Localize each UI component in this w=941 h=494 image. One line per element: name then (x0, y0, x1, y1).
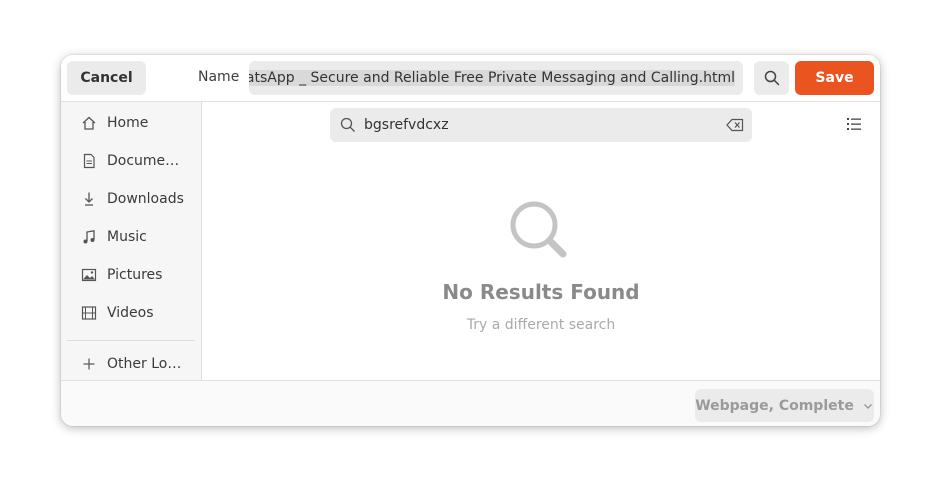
clear-text-icon[interactable] (726, 118, 744, 132)
sidebar-item-label: Home (107, 115, 149, 131)
sidebar-item-label: Videos (107, 305, 154, 321)
save-button[interactable]: Save (795, 61, 874, 95)
sidebar-item-label: Docume… (107, 153, 180, 169)
sidebar-item-label: Pictures (107, 267, 163, 283)
document-icon (81, 153, 97, 169)
plus-icon (81, 356, 97, 372)
header-bar: Cancel Name WhatsApp _ Secure and Reliab… (61, 55, 880, 102)
save-file-dialog: Cancel Name WhatsApp _ Secure and Reliab… (61, 55, 880, 426)
empty-state-subtitle: Try a different search (466, 317, 616, 333)
sidebar-item-documents[interactable]: Docume… (67, 143, 195, 179)
download-icon (81, 191, 97, 207)
video-icon (81, 305, 97, 321)
picture-icon (81, 267, 97, 283)
sidebar-item-label: Music (107, 229, 147, 245)
search-icon (764, 70, 779, 86)
empty-state-title: No Results Found (442, 280, 640, 304)
home-icon (81, 115, 97, 131)
filename-value: WhatsApp _ Secure and Reliable Free Priv… (249, 70, 735, 86)
name-label: Name (198, 69, 240, 85)
sidebar-item-label: Other Lo… (107, 356, 182, 372)
sidebar-separator (67, 340, 195, 341)
search-query: bgsrefvdcxz (364, 117, 449, 133)
filename-input[interactable]: WhatsApp _ Secure and Reliable Free Priv… (249, 61, 743, 95)
file-type-dropdown[interactable]: Webpage, Complete (695, 389, 874, 422)
search-entry[interactable]: bgsrefvdcxz (330, 108, 752, 142)
sidebar-item-label: Downloads (107, 191, 184, 207)
chevron-down-icon (862, 400, 874, 412)
sidebar-item-videos[interactable]: Videos (67, 295, 195, 331)
sidebar-item-pictures[interactable]: Pictures (67, 257, 195, 293)
music-icon (81, 229, 97, 245)
sidebar-item-other-locations[interactable]: Other Lo… (67, 346, 195, 382)
places-sidebar: Home Docume… Downloads Music Pictures Vi… (61, 102, 202, 380)
file-type-value: Webpage, Complete (695, 397, 854, 414)
cancel-button[interactable]: Cancel (67, 61, 146, 95)
empty-search-icon (507, 198, 571, 262)
list-view-icon[interactable] (846, 116, 862, 132)
file-browser-content: bgsrefvdcxz No Results Found Try a diffe… (202, 102, 880, 380)
search-entry-icon (340, 117, 356, 133)
dialog-footer: Webpage, Complete (61, 380, 880, 426)
sidebar-item-music[interactable]: Music (67, 219, 195, 255)
sidebar-item-downloads[interactable]: Downloads (67, 181, 195, 217)
sidebar-item-home[interactable]: Home (67, 105, 195, 141)
search-toggle-button[interactable] (754, 61, 789, 95)
